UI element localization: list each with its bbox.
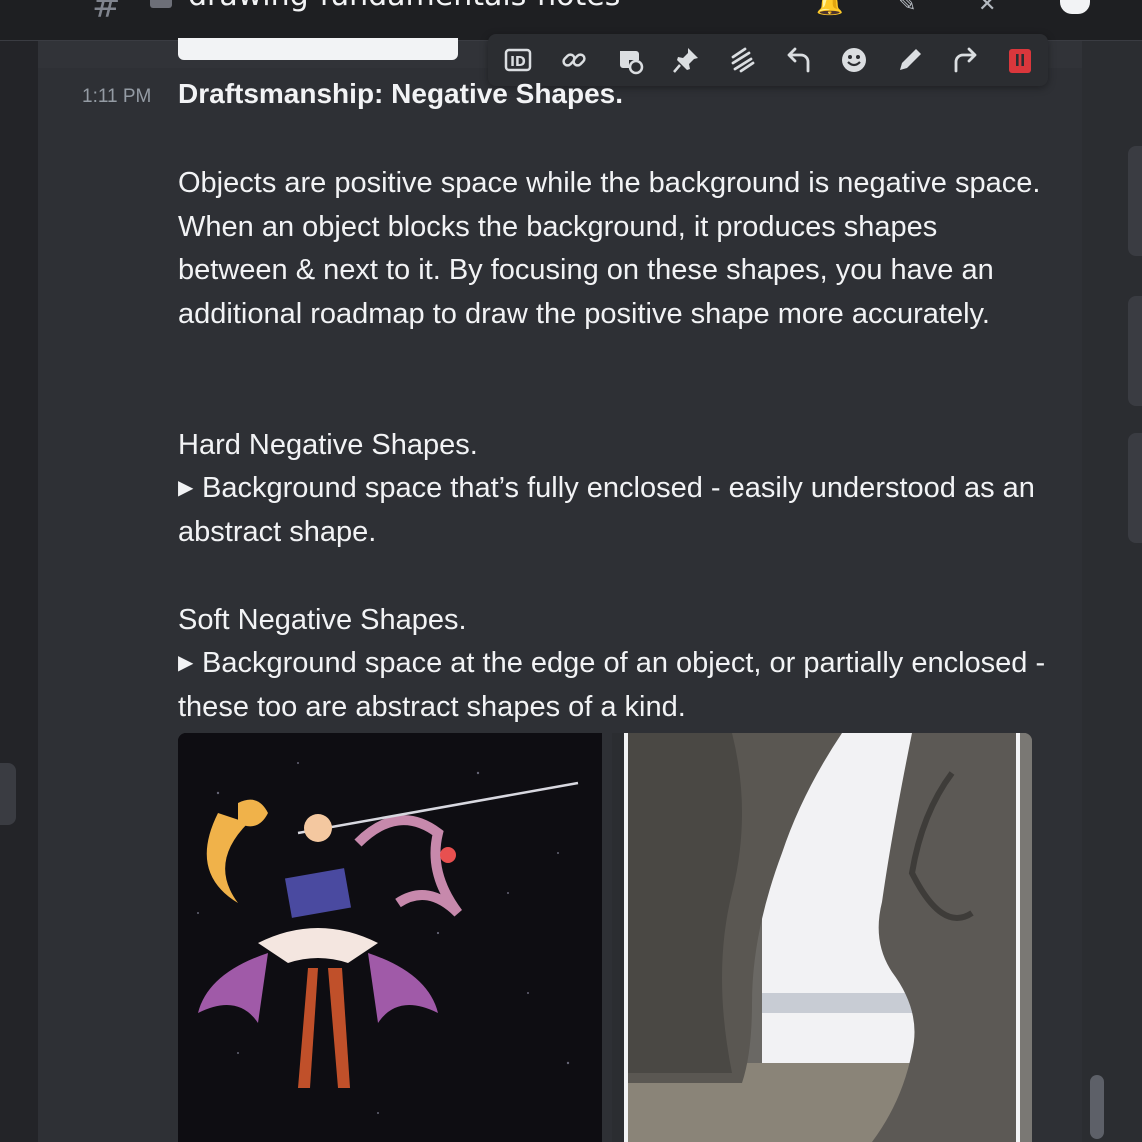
attachment-image-illustration[interactable]	[178, 733, 602, 1142]
message-timestamp: 1:11 PM	[82, 86, 152, 107]
notification-icon[interactable]: 🔔	[816, 0, 844, 17]
drawer-handle[interactable]	[0, 763, 16, 825]
hash-icon: #	[92, 0, 121, 26]
hard-negative-heading: Hard Negative Shapes.	[178, 429, 478, 461]
more-icon[interactable]	[722, 40, 762, 80]
emoji-icon[interactable]	[834, 40, 874, 80]
svg-text:ID: ID	[510, 55, 526, 70]
members-icon[interactable]	[1060, 0, 1090, 14]
id-icon[interactable]: ID	[498, 40, 538, 80]
thread-icon[interactable]	[610, 40, 650, 80]
pin-icon[interactable]	[666, 40, 706, 80]
left-rail	[0, 41, 38, 1142]
soft-negative-bullet: ▶ Background space at the edge of an obje…	[178, 642, 1048, 729]
right-rail	[1082, 41, 1142, 1142]
soft-negative-heading: Soft Negative Shapes.	[178, 604, 467, 636]
previous-message-fragment	[178, 38, 458, 60]
thread-indicator-icon	[150, 0, 172, 8]
attachment-image-rock-arch[interactable]	[612, 733, 1032, 1142]
pinned-icon[interactable]: ✎	[898, 0, 926, 17]
reply-icon[interactable]	[778, 40, 818, 80]
close-icon[interactable]: ✕	[978, 0, 1006, 17]
right-tab[interactable]	[1128, 146, 1142, 256]
right-tab[interactable]	[1128, 296, 1142, 406]
bullet-arrow-icon: ▶	[178, 652, 194, 674]
delete-icon[interactable]	[1000, 40, 1040, 80]
forward-icon[interactable]	[946, 40, 986, 80]
edit-icon[interactable]	[890, 40, 930, 80]
link-icon[interactable]	[554, 40, 594, 80]
right-tab[interactable]	[1128, 433, 1142, 543]
hard-negative-bullet: ▶ Background space that’s fully enclosed …	[178, 467, 1048, 554]
channel-name: drawing-fundamentals-notes	[188, 0, 620, 13]
rock-arch-photo	[612, 733, 1032, 1142]
hard-negative-text: Background space that’s fully enclosed -…	[178, 472, 1035, 548]
bullet-arrow-icon: ▶	[178, 477, 194, 499]
soft-negative-text: Background space at the edge of an objec…	[178, 647, 1046, 723]
scrollbar-thumb[interactable]	[1090, 1075, 1104, 1139]
illustration-figure	[178, 733, 602, 1142]
message-title: Draftsmanship: Negative Shapes.	[178, 78, 624, 109]
message-paragraph: Objects are positive space while the bac…	[178, 167, 1041, 331]
